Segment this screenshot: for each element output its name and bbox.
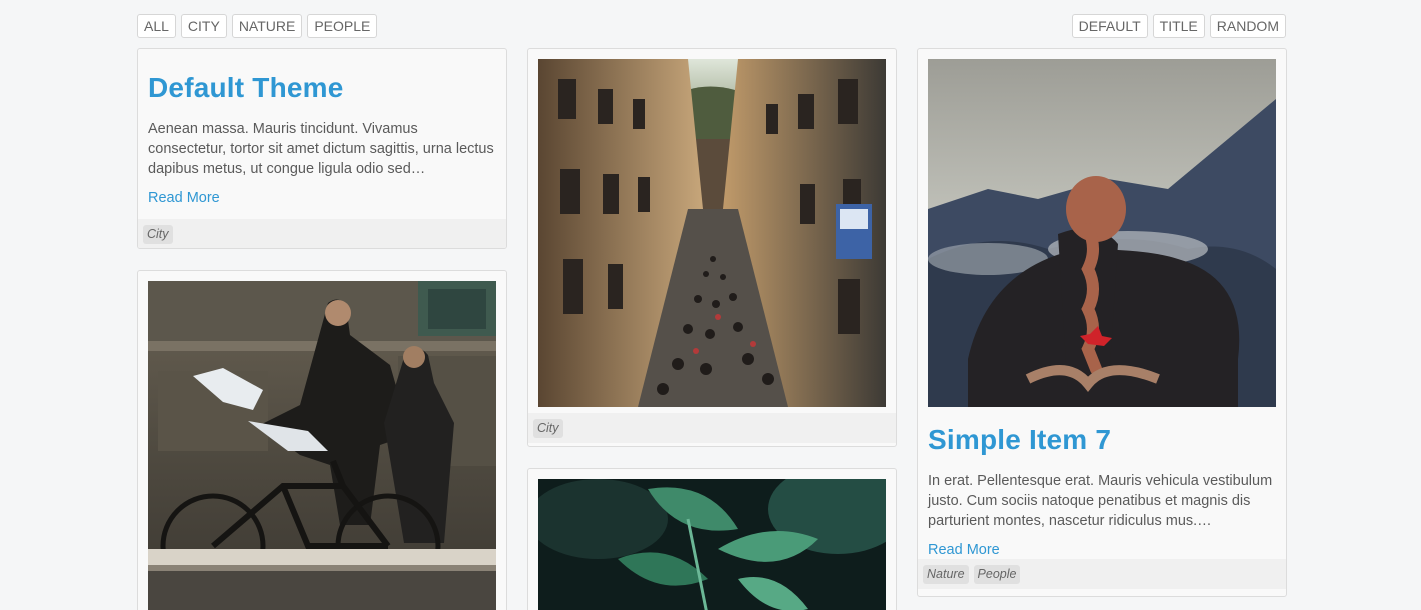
leaves-photo[interactable] bbox=[538, 479, 886, 610]
filter-all-button[interactable]: ALL bbox=[137, 14, 176, 38]
city-street-photo[interactable] bbox=[538, 59, 886, 407]
card-bicycle-photo bbox=[137, 270, 507, 610]
card-simple-item-7: Simple Item 7 In erat. Pellentesque erat… bbox=[917, 48, 1287, 597]
filter-nature-button[interactable]: NATURE bbox=[231, 14, 303, 38]
tag-city[interactable]: City bbox=[143, 225, 173, 244]
tag-people[interactable]: People bbox=[973, 565, 1021, 584]
tag-city[interactable]: City bbox=[533, 419, 563, 438]
tag-nature[interactable]: Nature bbox=[923, 565, 969, 584]
filter-people-button[interactable]: PEOPLE bbox=[307, 14, 378, 38]
read-more-link[interactable]: Read More bbox=[148, 190, 220, 206]
sort-default-button[interactable]: DEFAULT bbox=[1071, 14, 1148, 38]
sort-title-button[interactable]: TITLE bbox=[1152, 14, 1205, 38]
card-city-street: City bbox=[527, 48, 897, 447]
card-tags: City bbox=[138, 219, 506, 248]
category-filter-bar: ALL CITY NATURE PEOPLE bbox=[137, 14, 378, 38]
card-title[interactable]: Default Theme bbox=[148, 71, 496, 105]
sort-bar: DEFAULT TITLE RANDOM bbox=[1071, 14, 1286, 38]
card-default-theme: Default Theme Aenean massa. Mauris tinci… bbox=[137, 48, 507, 249]
card-tags: Nature People bbox=[918, 559, 1286, 589]
card-excerpt: In erat. Pellentesque erat. Mauris vehic… bbox=[928, 473, 1273, 529]
read-more-link[interactable]: Read More bbox=[928, 542, 1000, 558]
girl-mountains-photo[interactable] bbox=[928, 59, 1276, 407]
card-tags: City bbox=[528, 413, 896, 443]
sort-random-button[interactable]: RANDOM bbox=[1209, 14, 1286, 38]
bicycle-photo[interactable] bbox=[148, 281, 496, 610]
card-leaves-photo bbox=[527, 468, 897, 610]
card-excerpt: Aenean massa. Mauris tincidunt. Vivamus … bbox=[148, 121, 494, 177]
card-title[interactable]: Simple Item 7 bbox=[928, 423, 1276, 457]
filter-city-button[interactable]: CITY bbox=[180, 14, 227, 38]
